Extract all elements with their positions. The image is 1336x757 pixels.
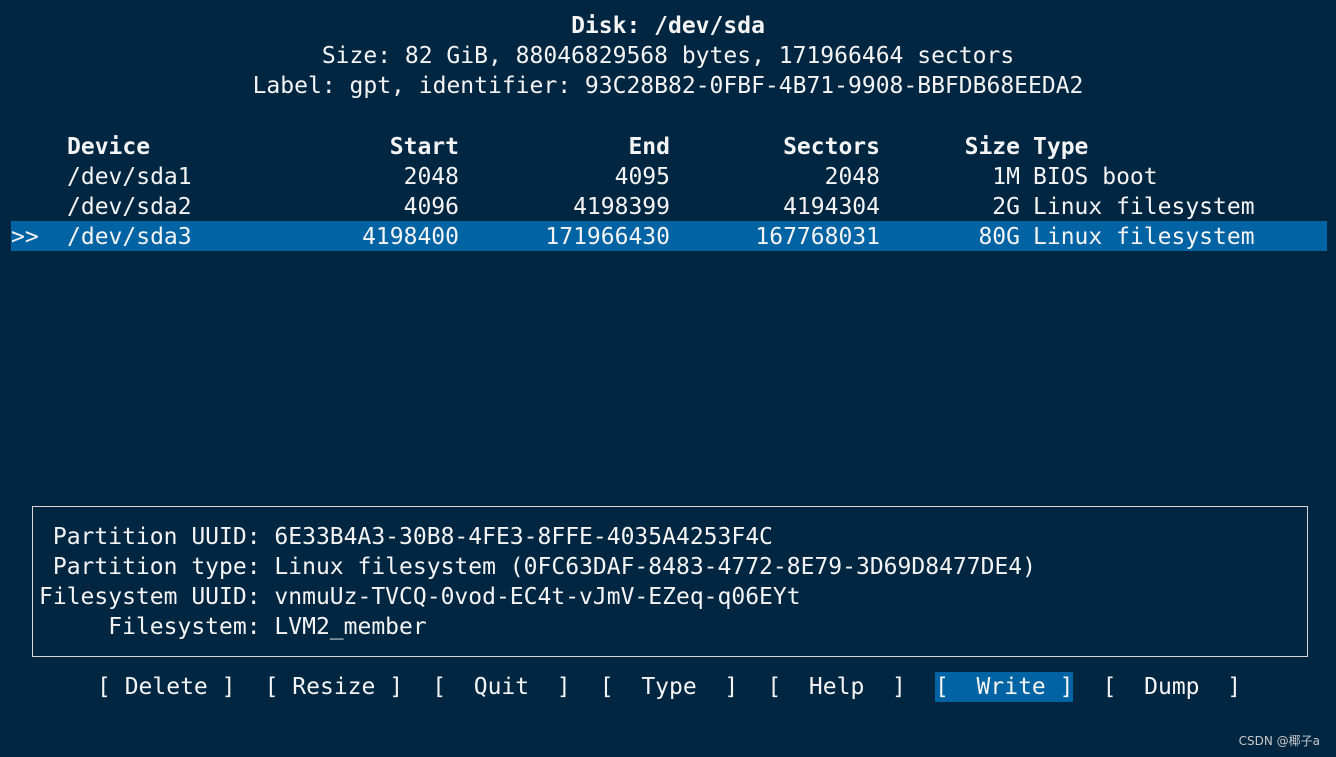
quit-button[interactable]: [ Quit ] <box>432 672 570 702</box>
column-header-sectors: Sectors <box>783 134 880 160</box>
cell-sectors: 167768031 <box>755 224 880 250</box>
disk-label: Label: gpt, identifier: 93C28B82-0FBF-4B… <box>252 73 1084 99</box>
cell-size: 2G <box>992 194 1020 220</box>
cell-end: 4095 <box>614 164 670 190</box>
cell-size: 80G <box>978 224 1020 250</box>
cell-type: Linux filesystem <box>1033 194 1255 220</box>
cell-type: BIOS boot <box>1033 164 1158 190</box>
cell-sectors: 2048 <box>824 164 880 190</box>
cell-sectors: 4194304 <box>783 194 880 220</box>
cell-start: 4096 <box>403 194 459 220</box>
resize-button[interactable]: [ Resize ] <box>265 672 403 702</box>
column-header-start: Start <box>389 134 459 160</box>
info-line: Filesystem: LVM2_member <box>39 614 427 640</box>
delete-button[interactable]: [ Delete ] <box>97 672 235 702</box>
disk-title: Disk: /dev/sda <box>571 13 765 39</box>
cell-size: 1M <box>992 164 1020 190</box>
cell-device: /dev/sda3 <box>67 224 192 250</box>
cell-start: 4198400 <box>362 224 459 250</box>
disk-size: Size: 82 GiB, 88046829568 bytes, 1719664… <box>321 43 1015 69</box>
help-button[interactable]: [ Help ] <box>767 672 905 702</box>
column-header-size: Size <box>964 134 1020 160</box>
cell-end: 171966430 <box>545 224 670 250</box>
watermark: CSDN @椰子a <box>1238 734 1320 748</box>
cell-end: 4198399 <box>573 194 670 220</box>
dump-button[interactable]: [ Dump ] <box>1103 672 1241 702</box>
column-header-type: Type <box>1033 134 1089 160</box>
type-button[interactable]: [ Type ] <box>600 672 738 702</box>
cell-start: 2048 <box>403 164 459 190</box>
cell-device: /dev/sda2 <box>67 194 192 220</box>
column-header-device: Device <box>67 134 151 160</box>
info-line: Filesystem UUID: vnmuUz-TVCQ-0vod-EC4t-v… <box>39 584 801 610</box>
column-header-end: End <box>628 134 670 160</box>
write-button[interactable]: [ Write ] <box>935 672 1074 702</box>
info-line: Partition type: Linux filesystem (0FC63D… <box>39 554 1036 580</box>
cell-type: Linux filesystem <box>1033 224 1255 250</box>
selection-marker: >> <box>11 224 39 250</box>
info-line: Partition UUID: 6E33B4A3-30B8-4FE3-8FFE-… <box>39 524 773 550</box>
cell-device: /dev/sda1 <box>67 164 192 190</box>
